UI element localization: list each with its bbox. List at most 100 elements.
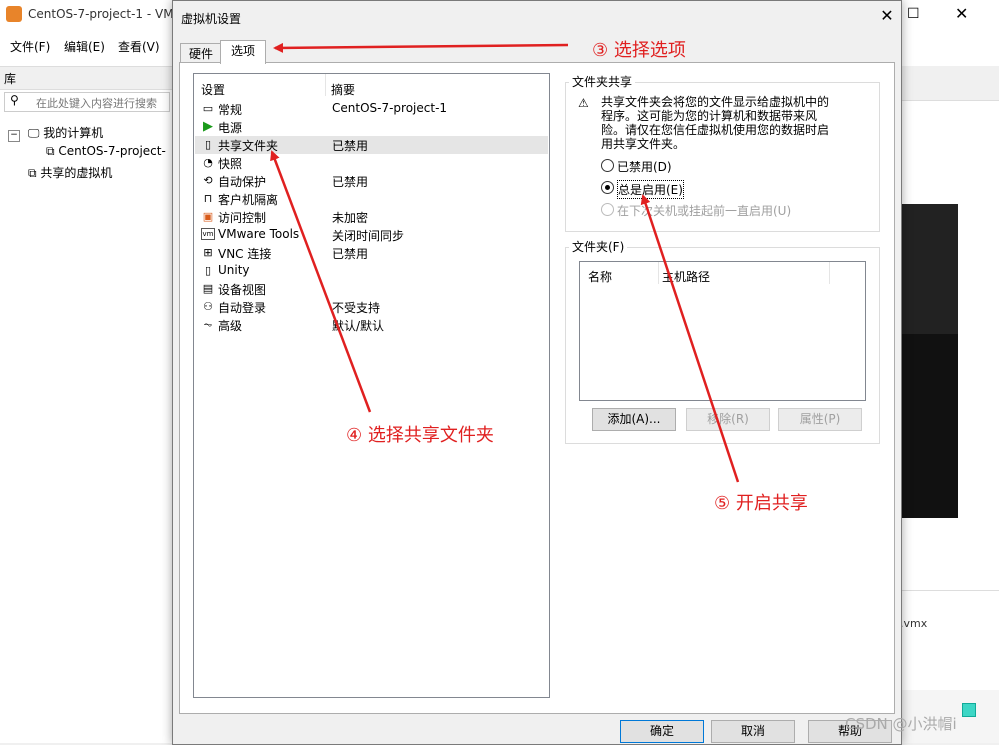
- menu-file[interactable]: 文件(F): [10, 38, 50, 55]
- setting-summary: 不受支持: [332, 301, 381, 315]
- column-header-host-path[interactable]: 主机路径: [662, 268, 710, 285]
- autologin-icon: ⚇: [203, 300, 213, 313]
- radio-until-poweroff: [601, 203, 614, 216]
- vmware-tools-icon: vm: [201, 228, 215, 240]
- settings-row-access-control[interactable]: ▣ 访问控制 未加密: [195, 208, 548, 226]
- watermark: CSDN @小洪帽i: [845, 715, 957, 733]
- warning-text: 共享文件夹会将您的文件显示给虚拟机中的程序。这可能为您的计算机和数据带来风险。请…: [601, 95, 830, 151]
- dialog-close-icon[interactable]: ✕: [876, 5, 898, 27]
- setting-label: 自动保护: [218, 175, 267, 189]
- settings-list[interactable]: 设置 摘要 ▭ 常规 CentOS-7-project-1 ▶ 电源 ▯ 共享文…: [193, 73, 550, 698]
- shared-vm-icon: ⧉: [28, 166, 37, 180]
- setting-label: 电源: [218, 121, 243, 135]
- unity-icon: ▯: [204, 264, 212, 277]
- tree-item-vm[interactable]: ⧉ CentOS-7-project-: [46, 144, 166, 159]
- setting-summary: 已禁用: [332, 139, 369, 153]
- search-icon: ⚲: [10, 93, 19, 107]
- settings-row-vmware-tools[interactable]: vm VMware Tools 关闭时间同步: [195, 226, 548, 244]
- vm-settings-dialog: 虚拟机设置 ✕ 硬件 选项 设置 摘要 ▭ 常规 CentOS-7-projec…: [172, 0, 902, 745]
- settings-row-shared-folders[interactable]: ▯ 共享文件夹 已禁用: [195, 136, 548, 154]
- column-header-name[interactable]: 名称: [588, 268, 612, 285]
- radio-disabled[interactable]: [601, 159, 614, 172]
- settings-row-device-view[interactable]: ▤ 设备视图: [195, 280, 548, 298]
- setting-summary: 已禁用: [332, 247, 369, 261]
- status-indicator-icon: [962, 703, 976, 717]
- setting-summary: 关闭时间同步: [332, 229, 405, 243]
- menu-view[interactable]: 查看(V): [118, 38, 160, 55]
- tree-item-shared-vms[interactable]: ⧉ 共享的虚拟机: [28, 164, 112, 181]
- folders-list[interactable]: 名称 主机路径: [579, 261, 866, 401]
- advanced-icon: ⏦: [203, 318, 213, 331]
- radio-until-poweroff-label: 在下次关机或挂起前一直启用(U): [617, 204, 792, 218]
- vnc-icon: ⊞: [203, 246, 213, 259]
- setting-label: 高级: [218, 319, 243, 333]
- settings-row-power[interactable]: ▶ 电源: [195, 118, 548, 136]
- shared-folder-icon: ▯: [204, 138, 212, 151]
- setting-label: 自动登录: [218, 301, 267, 315]
- library-label: 库: [4, 72, 17, 86]
- vm-icon: ⧉: [46, 144, 55, 158]
- window-controls: ☐ ✕: [889, 0, 999, 30]
- tree-label: 共享的虚拟机: [40, 166, 113, 180]
- menu-edit[interactable]: 编辑(E): [64, 38, 105, 55]
- radio-always-enabled[interactable]: [601, 181, 614, 194]
- autoprotect-icon: ⟲: [203, 174, 213, 187]
- settings-row-autologin[interactable]: ⚇ 自动登录 不受支持: [195, 298, 548, 316]
- main-window-title: CentOS-7-project-1 - VM: [28, 7, 174, 21]
- settings-row-general[interactable]: ▭ 常规 CentOS-7-project-1: [195, 100, 548, 118]
- setting-label: VNC 连接: [218, 247, 272, 261]
- settings-row-advanced[interactable]: ⏦ 高级 默认/默认: [195, 316, 548, 334]
- dialog-title: 虚拟机设置: [181, 12, 242, 26]
- cancel-button[interactable]: 取消: [711, 720, 795, 743]
- vmware-app-icon: [6, 6, 22, 22]
- column-header-summary: 摘要: [331, 83, 356, 97]
- setting-summary: CentOS-7-project-1: [332, 101, 448, 115]
- setting-summary: 默认/默认: [332, 319, 385, 333]
- device-view-icon: ▤: [202, 282, 214, 295]
- folders-title: 文件夹(F): [569, 238, 628, 255]
- tree-item-my-computer[interactable]: − 🖵 我的计算机: [8, 124, 103, 142]
- radio-disabled-label[interactable]: 已禁用(D): [617, 158, 672, 175]
- maximize-icon[interactable]: ☐: [907, 6, 920, 22]
- column-divider: [325, 74, 326, 96]
- computer-icon: 🖵: [27, 126, 40, 140]
- folder-properties-button: 属性(P): [778, 408, 862, 431]
- settings-row-vnc[interactable]: ⊞ VNC 连接 已禁用: [195, 244, 548, 262]
- setting-summary: 未加密: [332, 211, 369, 225]
- setting-label: 常规: [218, 103, 243, 117]
- radio-always-enabled-label[interactable]: 总是启用(E): [617, 180, 684, 199]
- column-divider: [658, 262, 659, 284]
- vm-console-preview-top: [900, 204, 958, 334]
- setting-label: 快照: [218, 157, 243, 171]
- settings-row-autoprotect[interactable]: ⟲ 自动保护 已禁用: [195, 172, 548, 190]
- tab-options[interactable]: 选项: [220, 40, 266, 64]
- collapse-icon[interactable]: −: [8, 130, 20, 142]
- access-control-icon: ▣: [202, 210, 214, 223]
- settings-row-guest-isolation[interactable]: ⊓ 客户机隔离: [195, 190, 548, 208]
- setting-label: 客户机隔离: [218, 193, 279, 207]
- add-folder-button[interactable]: 添加(A)...: [592, 408, 676, 431]
- annotation-step5: ⑤ 开启共享: [714, 493, 808, 514]
- divider: [900, 590, 999, 591]
- settings-row-unity[interactable]: ▯ Unity: [195, 262, 548, 280]
- annotation-step4: ④ 选择共享文件夹: [346, 425, 494, 446]
- power-icon: ▶: [203, 119, 213, 134]
- setting-label: 共享文件夹: [218, 139, 279, 153]
- annotation-step3: ③ 选择选项: [592, 40, 686, 61]
- close-icon[interactable]: ✕: [955, 4, 968, 23]
- warning-icon: ⚠: [578, 96, 589, 110]
- column-header-setting: 设置: [201, 83, 226, 97]
- vmx-path-text: .vmx: [900, 617, 928, 630]
- ok-button[interactable]: 确定: [620, 720, 704, 743]
- setting-summary: 已禁用: [332, 175, 369, 189]
- settings-row-snapshot[interactable]: ◔ 快照: [195, 154, 548, 172]
- setting-label: 设备视图: [218, 283, 267, 297]
- vm-toolbar-area: [900, 66, 999, 101]
- library-header: [0, 66, 172, 90]
- tab-hardware[interactable]: 硬件: [180, 43, 222, 63]
- snapshot-icon: ◔: [203, 156, 213, 169]
- setting-label: 访问控制: [218, 211, 267, 225]
- lock-icon: ⊓: [203, 192, 213, 205]
- setting-label: Unity: [218, 263, 250, 277]
- remove-folder-button: 移除(R): [686, 408, 770, 431]
